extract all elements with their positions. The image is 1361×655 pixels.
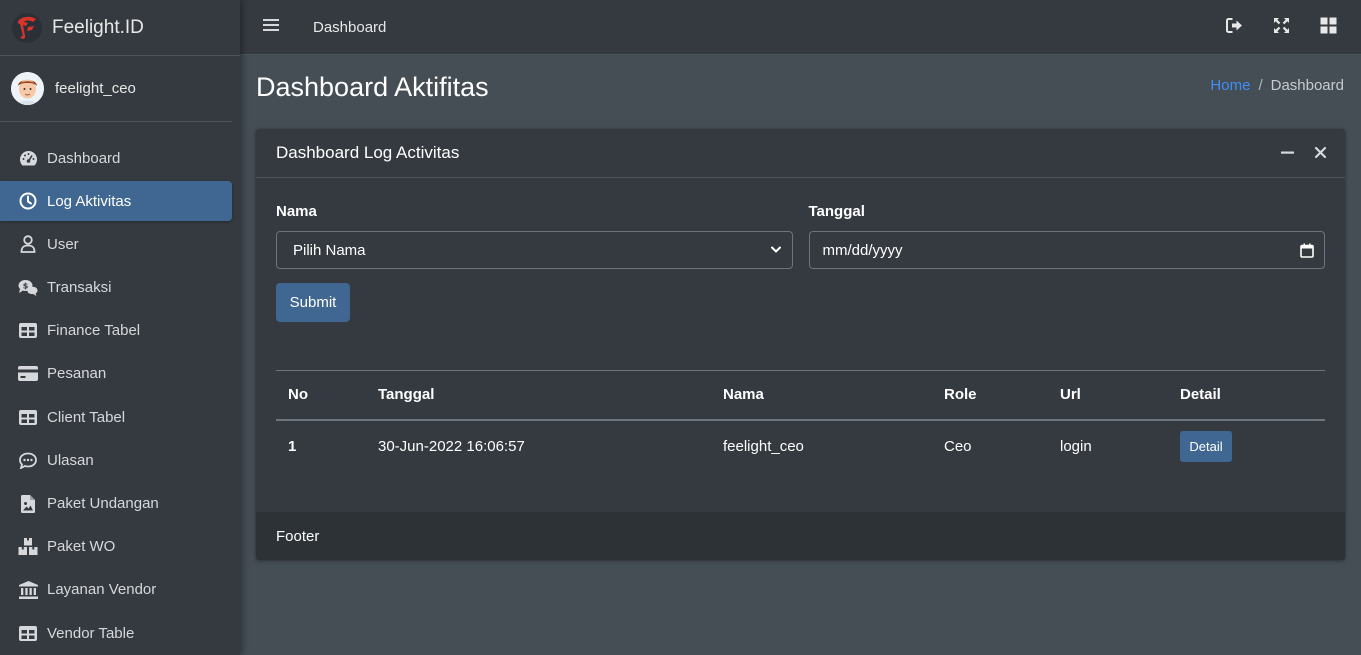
- card-header: Dashboard Log Activitas: [256, 129, 1345, 178]
- close-icon[interactable]: [1314, 146, 1327, 159]
- detail-button[interactable]: Detail: [1180, 430, 1232, 462]
- breadcrumb-separator: /: [1258, 77, 1263, 94]
- sign-out-icon[interactable]: [1226, 17, 1243, 34]
- sidebar-item-label: Log Aktivitas: [47, 192, 132, 210]
- sidebar-item-transaksi[interactable]: $ Transaksi: [0, 268, 232, 308]
- sidebar-item-layanan-vendor[interactable]: Layanan Vendor: [0, 570, 232, 610]
- sidebar-item-finance-tabel[interactable]: Finance Tabel: [0, 311, 232, 351]
- tanggal-label: Tanggal: [808, 203, 865, 220]
- sidebar-item-label: Ulasan: [47, 451, 94, 469]
- column-header-url: Url: [1048, 370, 1168, 421]
- sidebar-item-ulasan[interactable]: Ulasan: [0, 440, 232, 480]
- brand-name: Feelight.ID: [52, 16, 144, 38]
- nama-select[interactable]: Pilih Nama: [276, 231, 793, 269]
- column-header-no: No: [276, 370, 366, 421]
- card-tools: [1281, 146, 1327, 159]
- cell-role: Ceo: [944, 437, 972, 455]
- cell-nama: feelight_ceo: [723, 437, 804, 455]
- cell-detail: Detail: [1168, 420, 1325, 472]
- card-footer: Footer: [256, 512, 1345, 560]
- log-table: No Tanggal Nama Role Url Detail 1 30-Jun…: [276, 370, 1325, 472]
- column-header-nama: Nama: [711, 370, 932, 421]
- log-activity-card: Dashboard Log Activitas Nama Pilih Nama …: [256, 129, 1345, 560]
- fullscreen-icon[interactable]: [1273, 17, 1290, 34]
- sidebar-item-label: User: [47, 235, 79, 253]
- sidebar-item-label: Layanan Vendor: [47, 581, 157, 599]
- sidebar-item-user[interactable]: User: [0, 224, 232, 264]
- breadcrumb: Home / Dashboard: [1210, 77, 1344, 94]
- hamburger-menu-icon[interactable]: [263, 18, 283, 36]
- top-navbar: Dashboard: [240, 0, 1361, 55]
- boxes-icon: [18, 537, 38, 557]
- user-name: feelight_ceo: [55, 80, 136, 97]
- sidebar-item-label: Client Tabel: [47, 408, 126, 426]
- comments-dollar-icon: $: [18, 278, 38, 298]
- sidebar-item-label: Dashboard: [47, 149, 121, 167]
- brand-link[interactable]: Feelight.ID: [0, 0, 240, 56]
- card-title: Dashboard Log Activitas: [276, 143, 460, 162]
- sidebar-item-label: Vendor Table: [47, 624, 135, 642]
- column-header-tanggal: Tanggal: [366, 370, 711, 421]
- top-nav-dashboard-link[interactable]: Dashboard: [313, 19, 386, 36]
- tanggal-date-input[interactable]: mm/dd/yyyy: [808, 231, 1325, 269]
- column-header-role: Role: [932, 370, 1048, 421]
- sidebar-item-dashboard[interactable]: Dashboard: [0, 138, 232, 178]
- user-avatar: [11, 72, 44, 105]
- table-icon: [18, 407, 38, 427]
- sidebar-item-paket-wo[interactable]: Paket WO: [0, 527, 232, 567]
- sidebar-item-label: Transaksi: [47, 279, 112, 297]
- table-icon: [18, 623, 38, 643]
- calendar-icon[interactable]: [1300, 243, 1314, 262]
- page-title: Dashboard Aktifitas: [256, 72, 489, 102]
- sidebar-item-paket-undangan[interactable]: Paket Undangan: [0, 484, 232, 524]
- sidebar-nav: Dashboard Log Aktivitas User $ Transaksi…: [0, 122, 240, 653]
- cell-url: login: [1060, 437, 1092, 455]
- sidebar: Feelight.ID feelight_ceo Dashboard Log A…: [0, 0, 240, 655]
- submit-button[interactable]: Submit: [276, 283, 350, 322]
- collapse-icon[interactable]: [1281, 146, 1294, 159]
- table-icon: [18, 321, 38, 341]
- sidebar-item-log-aktivitas[interactable]: Log Aktivitas: [0, 181, 232, 222]
- breadcrumb-home-link[interactable]: Home: [1210, 77, 1250, 94]
- nama-label: Nama: [276, 203, 317, 220]
- sidebar-item-pesanan[interactable]: Pesanan: [0, 354, 232, 394]
- svg-text:$: $: [23, 282, 29, 291]
- clock-icon: [18, 191, 38, 211]
- control-sidebar-icon[interactable]: [1320, 17, 1337, 34]
- sidebar-item-client-tabel[interactable]: Client Tabel: [0, 397, 232, 437]
- sidebar-item-label: Finance Tabel: [47, 322, 141, 340]
- credit-card-icon: [18, 364, 38, 384]
- chevron-down-icon: [770, 243, 782, 261]
- cell-tanggal: 30-Jun-2022 16:06:57: [378, 437, 525, 455]
- tanggal-placeholder: mm/dd/yyyy: [822, 241, 903, 259]
- footer-text: Footer: [276, 527, 320, 545]
- comment-dots-icon: [18, 450, 38, 470]
- sidebar-item-vendor-table[interactable]: Vendor Table: [0, 613, 232, 653]
- top-nav-icons: [1226, 17, 1337, 34]
- nama-group: Nama Pilih Nama: [276, 203, 793, 269]
- tanggal-group: Tanggal mm/dd/yyyy: [808, 203, 1325, 269]
- filter-form: Nama Pilih Nama Tanggal mm/dd/yyyy: [276, 203, 1325, 269]
- feelight-logo-icon: [12, 12, 42, 43]
- landmark-icon: [18, 580, 38, 600]
- column-header-detail: Detail: [1168, 370, 1325, 421]
- cell-no: 1: [288, 437, 297, 455]
- gauge-icon: [18, 148, 38, 168]
- sidebar-item-label: Pesanan: [47, 365, 107, 383]
- user-panel[interactable]: feelight_ceo: [0, 56, 232, 122]
- sidebar-item-label: Paket Undangan: [47, 495, 159, 512]
- user-icon: [18, 234, 38, 254]
- file-image-icon: [18, 494, 38, 514]
- sidebar-item-label: Paket WO: [47, 538, 116, 556]
- nama-select-value: Pilih Nama: [293, 241, 366, 259]
- breadcrumb-current: Dashboard: [1270, 77, 1344, 94]
- table-row: 1 30-Jun-2022 16:06:57 feelight_ceo Ceo …: [276, 420, 1325, 472]
- table-header-row: No Tanggal Nama Role Url Detail: [276, 370, 1325, 421]
